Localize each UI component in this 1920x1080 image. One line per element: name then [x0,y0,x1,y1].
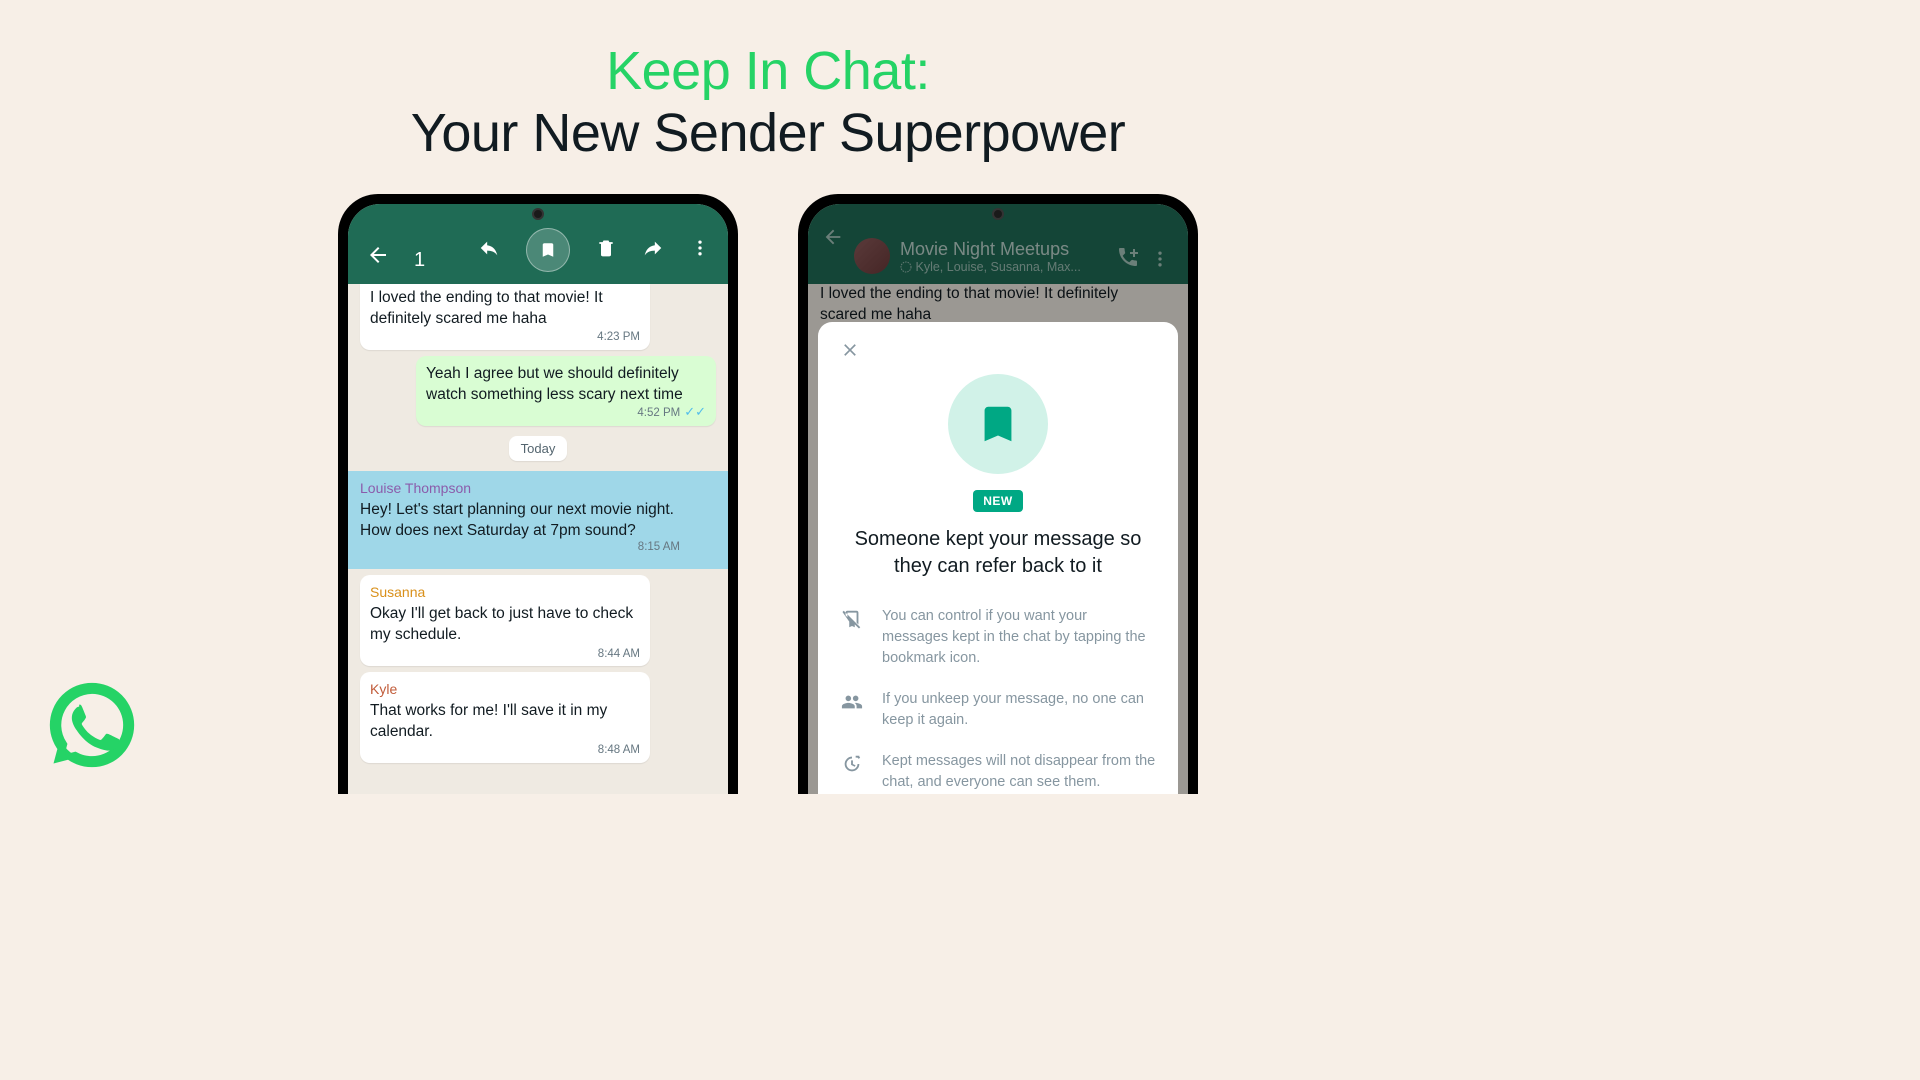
kept-message-modal: NEW Someone kept your message so they ca… [818,322,1178,794]
message-time: 8:44 AM [598,647,640,663]
outgoing-message[interactable]: Yeah I agree but we should definitely wa… [416,356,716,426]
modal-point-text: You can control if you want your message… [882,606,1156,669]
modal-title: Someone kept your message so they can re… [840,526,1156,580]
message-text: Okay I'll get back to just have to check… [370,605,633,643]
title-line-2: Your New Sender Superpower [0,102,1536,164]
title-line-1: Keep In Chat: [0,40,1536,102]
message-time: 4:52 PM✓✓ [637,403,706,422]
more-menu-icon[interactable] [690,238,710,263]
back-arrow-icon[interactable] [366,243,390,272]
message-time: 4:23 PM [597,330,640,346]
phone-camera-dot [532,208,544,220]
phone-mockup-chat: 1 [338,194,738,794]
bookmark-hero-icon [948,374,1048,474]
close-icon[interactable] [840,340,1156,366]
message-text: That works for me! I'll save it in my ca… [370,702,607,740]
incoming-message[interactable]: Kyle That works for me! I'll save it in … [360,672,650,763]
timer-icon [840,751,864,775]
incoming-message[interactable]: Susanna Okay I'll get back to just have … [360,575,650,666]
modal-info-row: You can control if you want your message… [840,606,1156,669]
phone-camera-dot [992,208,1004,220]
message-time: 8:48 AM [598,743,640,759]
sender-name: Susanna [370,583,640,602]
new-badge: NEW [973,490,1023,512]
reply-icon[interactable] [478,237,500,264]
message-text: I loved the ending to that movie! It def… [370,289,603,327]
modal-info-row: If you unkeep your message, no one can k… [840,689,1156,731]
keep-bookmark-button[interactable] [526,228,570,272]
phone-mockup-modal: Movie Night Meetups Kyle, Louise, Susann… [798,194,1198,794]
page-title-block: Keep In Chat: Your New Sender Superpower [0,0,1536,164]
read-ticks-icon: ✓✓ [684,404,706,419]
sender-name: Louise Thompson [360,479,680,498]
message-time: 8:15 AM [638,540,680,556]
modal-point-text: If you unkeep your message, no one can k… [882,689,1156,731]
chat-message-list: I loved the ending to that movie! It def… [348,284,728,763]
delete-icon[interactable] [596,238,616,263]
people-icon [840,689,864,713]
incoming-message[interactable]: I loved the ending to that movie! It def… [360,284,650,350]
forward-icon[interactable] [642,237,664,264]
sender-name: Kyle [370,680,640,699]
modal-info-row: Kept messages will not disappear from th… [840,751,1156,793]
selected-message-row[interactable]: Louise Thompson Hey! Let's start plannin… [348,471,728,570]
whatsapp-logo-icon [48,681,136,774]
message-text: Hey! Let's start planning our next movie… [360,501,674,539]
modal-point-text: Kept messages will not disappear from th… [882,751,1156,793]
selection-count: 1 [414,249,425,272]
date-divider: Today [509,436,568,461]
message-text: Yeah I agree but we should definitely wa… [426,365,683,403]
bookmark-off-icon [840,606,864,630]
